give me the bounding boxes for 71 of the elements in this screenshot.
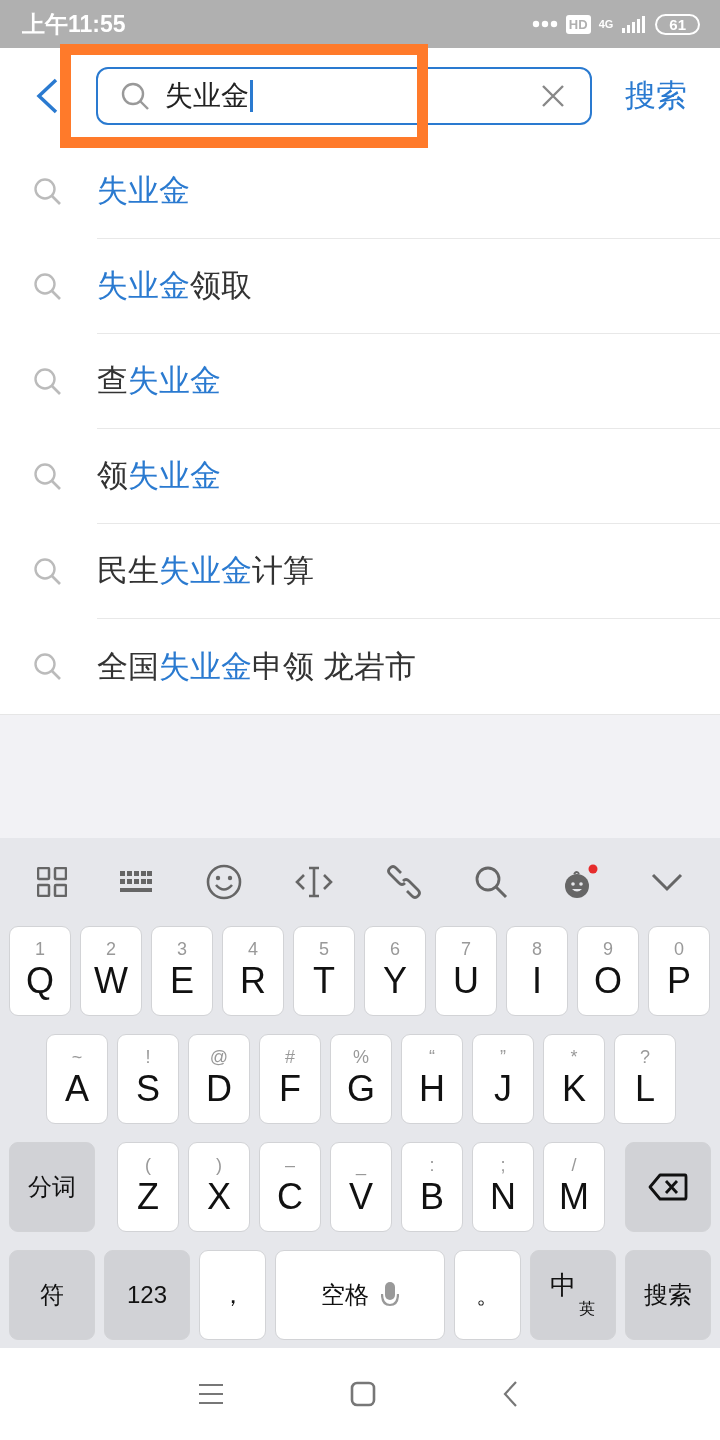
link-icon[interactable] xyxy=(386,865,421,899)
letter-key[interactable]: : B xyxy=(401,1142,463,1232)
emoji-icon[interactable] xyxy=(205,864,242,900)
search-icon xyxy=(120,81,150,111)
collapse-icon[interactable] xyxy=(651,872,684,892)
letter-key[interactable]: 7 U xyxy=(435,926,497,1016)
menu-icon[interactable] xyxy=(198,1383,224,1405)
back-icon[interactable] xyxy=(502,1381,518,1407)
letter-key[interactable]: _ V xyxy=(330,1142,392,1232)
hd-badge: HD xyxy=(565,14,591,34)
letter-key[interactable]: ; N xyxy=(472,1142,534,1232)
letter-key[interactable]: 8 I xyxy=(506,926,568,1016)
function-key[interactable]: 符 xyxy=(9,1250,95,1340)
letter-key[interactable]: # F xyxy=(259,1034,321,1124)
suggestion-item[interactable]: 领失业金 xyxy=(97,429,720,524)
letter-key[interactable]: 3 E xyxy=(151,926,213,1016)
suggestion-item[interactable]: 查失业金 xyxy=(97,334,720,429)
search-icon xyxy=(33,176,63,207)
letter-key[interactable]: * K xyxy=(543,1034,605,1124)
letter-key[interactable]: ! S xyxy=(117,1034,179,1124)
search-icon xyxy=(33,461,63,492)
letter-key[interactable]: 5 T xyxy=(293,926,355,1016)
letter-key[interactable]: 0 P xyxy=(648,926,710,1016)
punctuation-key[interactable]: 。 xyxy=(454,1250,521,1340)
search-field[interactable]: 失业金 xyxy=(96,67,592,125)
suggestion-item[interactable]: 民生失业金计算 xyxy=(97,524,720,619)
letter-key[interactable]: ~ A xyxy=(46,1034,108,1124)
letter-key[interactable]: 9 O xyxy=(577,926,639,1016)
battery-level: 61 xyxy=(655,13,700,35)
search-icon[interactable] xyxy=(474,865,509,899)
home-icon[interactable] xyxy=(350,1381,376,1407)
suggestion-item[interactable]: 失业金 xyxy=(97,144,720,239)
letter-key[interactable]: / M xyxy=(543,1142,605,1232)
cursor-icon[interactable] xyxy=(295,866,334,898)
letter-key[interactable]: – C xyxy=(259,1142,321,1232)
letter-key[interactable]: 2 W xyxy=(80,926,142,1016)
language-key[interactable]: 中 英 xyxy=(530,1250,616,1340)
letter-key[interactable]: ) X xyxy=(188,1142,250,1232)
microphone-icon xyxy=(381,1281,399,1309)
more-icon xyxy=(531,20,558,28)
keyboard-icon[interactable] xyxy=(120,870,153,894)
search-button[interactable]: 搜索 xyxy=(625,75,687,117)
backspace-icon xyxy=(648,1173,688,1201)
signal-icon xyxy=(621,14,648,34)
letter-key[interactable]: ? L xyxy=(614,1034,676,1124)
back-icon[interactable] xyxy=(34,78,60,114)
search-icon xyxy=(33,556,63,587)
punctuation-key[interactable]: ， xyxy=(199,1250,266,1340)
search-icon xyxy=(33,271,63,302)
suggestion-item[interactable]: 全国失业金申领 龙岩市 xyxy=(97,619,720,714)
letter-key[interactable]: ” J xyxy=(472,1034,534,1124)
letter-key[interactable]: “ H xyxy=(401,1034,463,1124)
letter-key[interactable]: 6 Y xyxy=(364,926,426,1016)
status-time: 上午11:55 xyxy=(22,9,126,39)
function-key[interactable]: 搜索 xyxy=(625,1250,711,1340)
clear-icon[interactable] xyxy=(541,84,565,108)
letter-key[interactable]: % G xyxy=(330,1034,392,1124)
suggestion-item[interactable]: 失业金领取 xyxy=(97,239,720,334)
network-label: 4G xyxy=(598,18,614,30)
backspace-key[interactable] xyxy=(625,1142,711,1232)
letter-key[interactable]: ( Z xyxy=(117,1142,179,1232)
letter-key[interactable]: 4 R xyxy=(222,926,284,1016)
letter-key[interactable]: 1 Q xyxy=(9,926,71,1016)
space-key[interactable]: 空格 xyxy=(275,1250,445,1340)
function-key[interactable]: 分词 xyxy=(9,1142,95,1232)
search-icon xyxy=(33,651,63,682)
letter-key[interactable]: @ D xyxy=(188,1034,250,1124)
function-key[interactable]: 123 xyxy=(104,1250,190,1340)
search-icon xyxy=(33,366,63,397)
grid-icon[interactable] xyxy=(36,867,67,897)
search-text: 失业金 xyxy=(165,79,249,113)
